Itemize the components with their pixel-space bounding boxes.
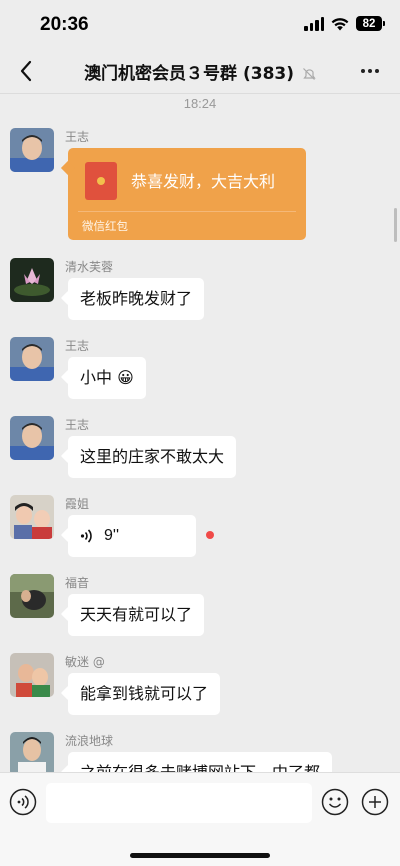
- sender-name: 王志: [65, 339, 90, 353]
- red-packet-title: 恭喜发财，大吉大利: [131, 172, 276, 191]
- message-text: 小中: [80, 368, 113, 387]
- message-item: 流浪地球 之前在很多去赌博网站下，中了都: [10, 732, 390, 772]
- text-message[interactable]: 小中 😀: [68, 357, 146, 399]
- sender-name: 福音: [65, 576, 90, 590]
- mute-icon: [303, 68, 316, 80]
- scrollbar[interactable]: [394, 208, 397, 242]
- status-bar: 20:36 82: [0, 0, 400, 48]
- message-input[interactable]: [46, 783, 312, 823]
- avatar[interactable]: [10, 495, 54, 539]
- red-packet-icon: [85, 162, 117, 200]
- avatar[interactable]: [10, 416, 54, 460]
- text-message[interactable]: 天天有就可以了: [68, 594, 205, 636]
- chat-area[interactable]: 18:24 王志 恭喜发财，大吉大利 微信红包 清水芙蓉 老板昨晚发财了 王志 …: [0, 94, 400, 772]
- avatar[interactable]: [10, 574, 54, 618]
- nav-bar: 澳门机密会员３号群 (383): [0, 48, 400, 94]
- emoji-icon: [321, 788, 349, 816]
- sender-name: 流浪地球: [65, 734, 114, 748]
- sender-name: 霞姐: [65, 497, 90, 511]
- message-item: 清水芙蓉 老板昨晚发财了: [10, 258, 390, 324]
- sender-name: 清水芙蓉: [65, 260, 114, 274]
- home-indicator[interactable]: [130, 853, 270, 858]
- sender-name: 王志: [65, 130, 90, 144]
- sender-name: 王志: [65, 418, 90, 432]
- message-item: 王志 小中 😀: [10, 337, 390, 403]
- avatar[interactable]: [10, 337, 54, 381]
- cellular-signal-icon: [304, 16, 324, 31]
- avatar[interactable]: [10, 128, 54, 172]
- battery-indicator: 82: [356, 16, 385, 31]
- status-icons: 82: [304, 16, 385, 31]
- more-dot-icon: [368, 69, 372, 73]
- more-options-button[interactable]: [356, 60, 384, 82]
- text-message[interactable]: 能拿到钱就可以了: [68, 673, 221, 715]
- message-item: 霞姐 9'': [10, 495, 390, 561]
- voice-message[interactable]: 9'': [68, 515, 196, 557]
- divider: [78, 211, 296, 212]
- red-packet-message[interactable]: 恭喜发财，大吉大利 微信红包: [68, 148, 306, 240]
- voice-wave-icon: [80, 529, 92, 543]
- voice-duration: 9'': [104, 527, 120, 544]
- text-message[interactable]: 这里的庄家不敢太大: [68, 436, 237, 478]
- text-message[interactable]: 之前在很多去赌博网站下，中了都: [68, 752, 333, 772]
- more-dot-icon: [375, 69, 379, 73]
- avatar[interactable]: [10, 258, 54, 302]
- status-time: 20:36: [40, 14, 89, 35]
- add-button[interactable]: [360, 787, 390, 817]
- red-packet-label: 微信红包: [82, 219, 128, 233]
- sender-name: 敏迷 @: [65, 655, 105, 669]
- chat-title-text: 澳门机密会员３号群 (383): [84, 64, 295, 84]
- message-item: 福音 天天有就可以了: [10, 574, 390, 640]
- avatar[interactable]: [10, 732, 54, 772]
- message-timestamp: 18:24: [183, 96, 217, 111]
- plus-icon: [361, 788, 389, 816]
- emoji-button[interactable]: [320, 787, 350, 817]
- more-dot-icon: [361, 69, 365, 73]
- voice-input-button[interactable]: [8, 787, 38, 817]
- voice-icon: [9, 788, 37, 816]
- wifi-icon: [331, 17, 349, 30]
- chat-title: 澳门机密会员３号群 (383): [0, 59, 400, 84]
- message-item: 王志 这里的庄家不敢太大: [10, 416, 390, 482]
- message-item: 敏迷 @ 能拿到钱就可以了: [10, 653, 390, 719]
- unread-dot: [206, 531, 214, 539]
- text-message[interactable]: 老板昨晚发财了: [68, 278, 205, 320]
- input-bar: [0, 772, 400, 866]
- message-item: 王志 恭喜发财，大吉大利 微信红包: [10, 128, 390, 248]
- grinning-face-emoji: 😀: [117, 368, 134, 387]
- avatar[interactable]: [10, 653, 54, 697]
